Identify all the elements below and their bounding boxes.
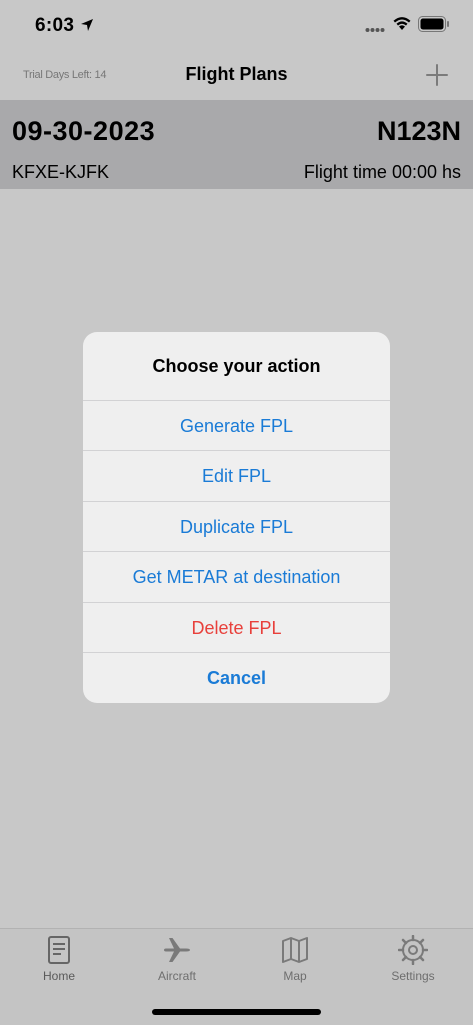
navigation-bar: Trial Days Left: 14 Flight Plans xyxy=(0,52,473,100)
airplane-icon xyxy=(164,938,190,962)
flight-date: 09-30-2023 xyxy=(12,116,156,146)
home-indicator xyxy=(152,1009,321,1015)
page-title: Flight Plans xyxy=(185,64,288,84)
flight-route: KFXE-KJFK xyxy=(12,162,110,182)
wifi-icon xyxy=(393,17,411,30)
cancel-button[interactable]: Cancel xyxy=(83,652,390,703)
cellular-dots-icon xyxy=(365,28,385,32)
flight-time: Flight time 00:00 hs xyxy=(303,162,461,182)
flight-plan-row[interactable]: 09-30-2023 N123N KFXE-KJFK Flight time 0… xyxy=(0,100,473,189)
tab-home[interactable]: Home xyxy=(0,929,118,989)
tab-map[interactable]: Map xyxy=(236,929,354,989)
duplicate-fpl-button[interactable]: Duplicate FPL xyxy=(83,501,390,552)
map-icon xyxy=(282,937,308,963)
get-metar-button[interactable]: Get METAR at destination xyxy=(83,551,390,602)
document-icon xyxy=(48,936,70,964)
tab-home-label: Home xyxy=(42,969,75,983)
tab-aircraft-label: Aircraft xyxy=(157,969,196,983)
delete-fpl-button[interactable]: Delete FPL xyxy=(83,602,390,653)
status-time: 6:03 xyxy=(35,15,75,36)
tab-map-label: Map xyxy=(283,969,307,983)
action-dialog: Choose your action Generate FPL Edit FPL… xyxy=(83,332,390,703)
plus-icon[interactable] xyxy=(424,62,450,88)
status-bar: 6:03 xyxy=(0,0,473,52)
tab-aircraft[interactable]: Aircraft xyxy=(118,929,236,989)
tab-settings[interactable]: Settings xyxy=(354,929,472,989)
gear-icon xyxy=(398,935,428,965)
tab-settings-label: Settings xyxy=(391,969,435,983)
edit-fpl-button[interactable]: Edit FPL xyxy=(83,450,390,501)
dialog-title: Choose your action xyxy=(152,356,321,376)
generate-fpl-button[interactable]: Generate FPL xyxy=(83,400,390,451)
location-arrow-icon xyxy=(81,19,93,31)
battery-icon xyxy=(418,16,449,32)
aircraft-registration: N123N xyxy=(376,116,461,146)
